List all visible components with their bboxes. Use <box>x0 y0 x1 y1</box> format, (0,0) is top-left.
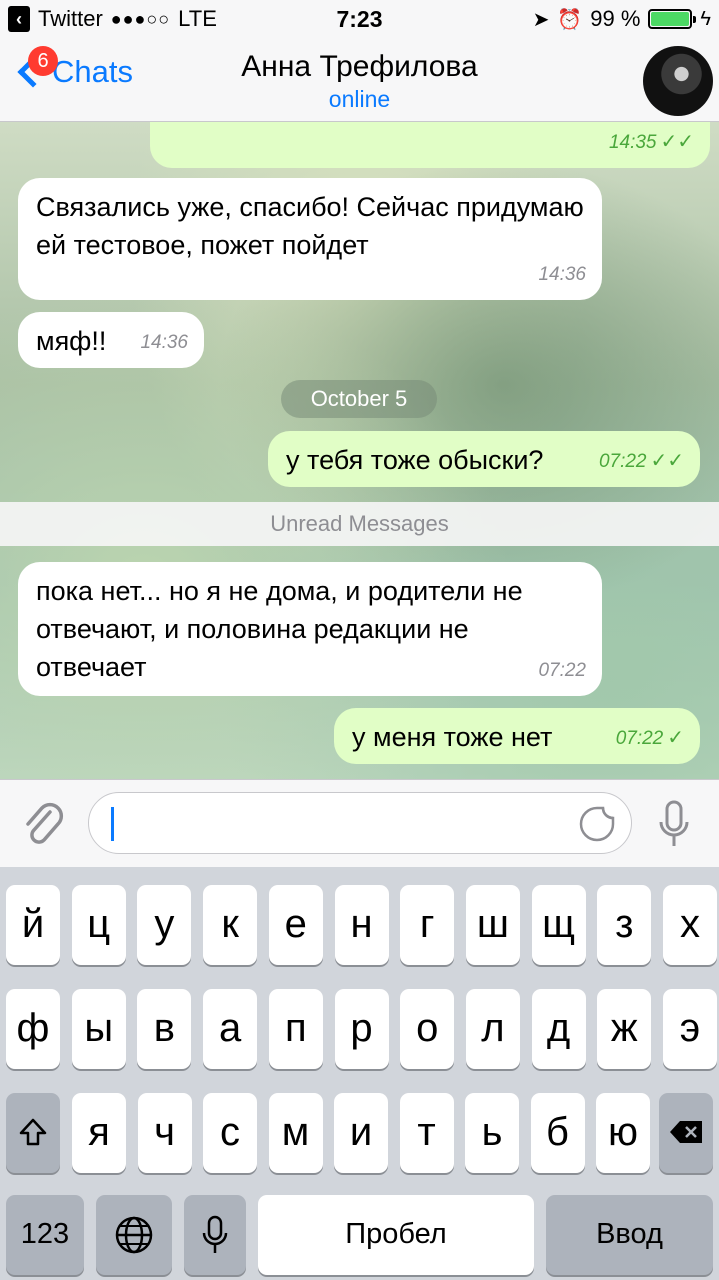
message-text: мяф!! <box>36 326 107 356</box>
battery-fill <box>651 12 690 26</box>
message-outgoing[interactable]: у меня тоже нет 07:22 ✓ <box>334 708 700 764</box>
letter-key[interactable]: п <box>268 989 323 1069</box>
letter-key[interactable]: ю <box>596 1093 650 1173</box>
keyboard: йцукенгшщзх фывапролджэ ячсмитьбю 123 Пр… <box>0 867 719 1280</box>
shift-icon <box>19 1118 47 1146</box>
battery-percent: 99 % <box>590 6 641 31</box>
message-time: 14:36 <box>538 264 586 285</box>
letter-key[interactable]: а <box>203 989 258 1069</box>
letter-key[interactable]: ч <box>137 1093 192 1173</box>
dictation-key[interactable] <box>184 1195 246 1275</box>
letter-key[interactable]: с <box>203 1093 257 1173</box>
microphone-icon[interactable] <box>657 800 691 850</box>
letter-key[interactable]: г <box>400 885 455 965</box>
letter-key[interactable]: л <box>465 989 520 1069</box>
status-right: ➤ ⏰ 99 % ϟ <box>533 6 711 32</box>
letter-key[interactable]: ы <box>71 989 126 1069</box>
globe-icon <box>115 1216 153 1254</box>
letter-key[interactable]: ф <box>6 989 60 1069</box>
backspace-icon <box>670 1121 702 1143</box>
letter-key[interactable]: щ <box>531 885 586 965</box>
return-key[interactable]: Ввод <box>546 1195 713 1275</box>
charging-icon: ϟ <box>700 7 711 30</box>
date-separator: October 5 <box>281 380 437 418</box>
message-incoming[interactable]: Связались уже, спасибо! Сейчас придумаю … <box>18 178 602 300</box>
letter-key[interactable]: ц <box>71 885 126 965</box>
letter-key[interactable]: у <box>137 885 192 965</box>
read-check-icon: ✓✓ <box>660 131 694 153</box>
message-list[interactable]: 14:35 ✓✓ Связались уже, спасибо! Сейчас п… <box>0 122 719 779</box>
letter-key[interactable]: в <box>137 989 192 1069</box>
language-key[interactable] <box>96 1195 172 1275</box>
message-text: Связались уже, спасибо! Сейчас придумаю … <box>36 192 584 260</box>
message-time: 14:35 ✓✓ <box>608 131 694 153</box>
message-outgoing[interactable]: 14:35 ✓✓ <box>150 122 710 168</box>
message-time: 07:22 <box>538 660 586 681</box>
message-incoming[interactable]: мяф!! 14:36 <box>18 312 204 368</box>
message-input[interactable] <box>88 792 632 854</box>
message-text: у тебя тоже обыски? <box>286 445 544 475</box>
composer <box>0 779 719 867</box>
paperclip-icon[interactable] <box>20 798 64 848</box>
letter-key[interactable]: и <box>334 1093 388 1173</box>
letter-key[interactable]: д <box>531 989 586 1069</box>
space-key[interactable]: Пробел <box>258 1195 534 1275</box>
chat-status: online <box>328 86 391 112</box>
letter-key[interactable]: ь <box>465 1093 519 1173</box>
text-caret <box>111 807 114 841</box>
letter-key[interactable]: е <box>268 885 323 965</box>
message-time: 14:36 <box>140 332 188 353</box>
alarm-icon: ⏰ <box>557 8 583 31</box>
message-text: пока нет... но я не дома, и родители не … <box>36 576 523 682</box>
letter-key[interactable]: я <box>72 1093 126 1173</box>
delivered-check-icon: ✓ <box>667 727 684 749</box>
avatar[interactable] <box>643 46 713 116</box>
message-time: 07:22 ✓✓ <box>598 450 684 472</box>
dictation-microphone-icon <box>202 1215 228 1253</box>
message-incoming[interactable]: пока нет... но я не дома, и родители не … <box>18 562 602 696</box>
letter-key[interactable]: к <box>203 885 258 965</box>
message-outgoing[interactable]: у тебя тоже обыски? 07:22 ✓✓ <box>268 431 700 487</box>
read-check-icon: ✓✓ <box>650 450 684 472</box>
shift-key[interactable] <box>6 1093 60 1173</box>
letter-key[interactable]: ш <box>465 885 520 965</box>
sticker-icon[interactable] <box>579 806 615 842</box>
letter-key[interactable]: ж <box>597 989 652 1069</box>
letter-key[interactable]: р <box>334 989 389 1069</box>
letter-key[interactable]: з <box>597 885 652 965</box>
status-bar: ‹ Twitter ●●●○○ LTE 7:23 ➤ ⏰ 99 % ϟ <box>0 0 719 40</box>
letter-key[interactable]: й <box>6 885 60 965</box>
battery-icon <box>648 9 697 29</box>
letter-key[interactable]: о <box>400 989 455 1069</box>
letter-key[interactable]: э <box>663 989 717 1069</box>
backspace-key[interactable] <box>659 1093 713 1173</box>
numbers-key[interactable]: 123 <box>6 1195 84 1275</box>
message-time: 07:22 ✓ <box>615 727 684 749</box>
location-icon: ➤ <box>532 8 550 31</box>
letter-key[interactable]: б <box>530 1093 585 1173</box>
letter-key[interactable]: т <box>399 1093 454 1173</box>
chat-header: 6 Chats Анна Трефилова online <box>0 40 719 122</box>
letter-key[interactable]: х <box>663 885 717 965</box>
chat-title[interactable]: Анна Трефилова <box>0 50 719 84</box>
unread-messages-separator: Unread Messages <box>0 502 719 546</box>
letter-key[interactable]: м <box>268 1093 323 1173</box>
letter-key[interactable]: н <box>334 885 389 965</box>
message-text: у меня тоже нет <box>352 722 553 752</box>
